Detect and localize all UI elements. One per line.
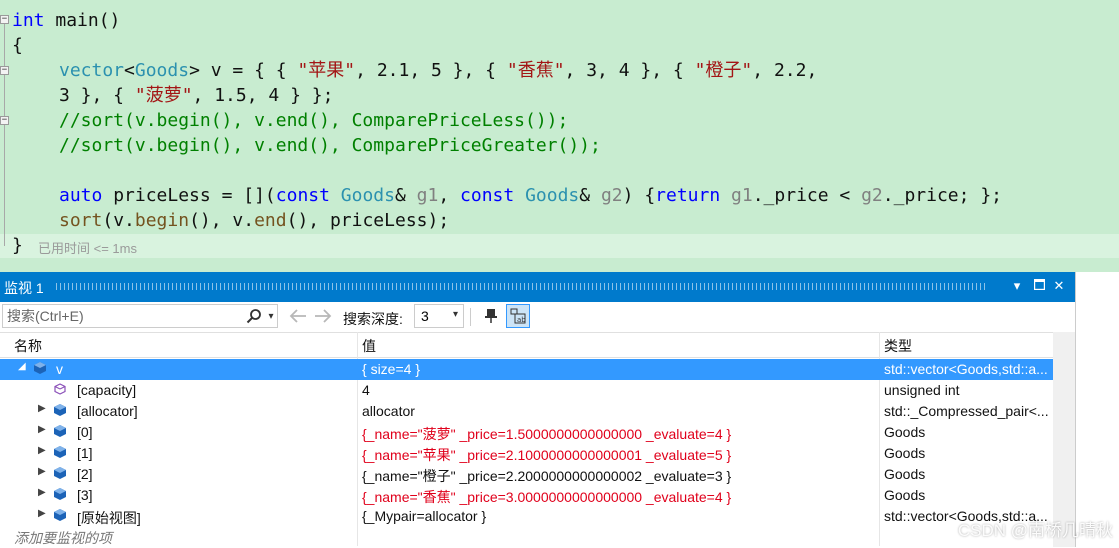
code-line-1: int main() xyxy=(12,10,121,31)
watch-title: 监视 1 xyxy=(4,280,44,296)
row-type: unsigned int xyxy=(884,382,960,398)
collapse-arrow-icon[interactable]: ◢ xyxy=(18,361,26,372)
search-input[interactable] xyxy=(3,305,241,327)
fold-toggle-comments[interactable]: − xyxy=(0,116,9,125)
table-row[interactable]: ◢ v { size=4 } std::vector<Goods,std::a.… xyxy=(0,359,1053,380)
search-options-chevron-icon[interactable]: ▾ xyxy=(265,307,277,325)
close-icon[interactable]: ✕ xyxy=(1049,276,1069,298)
svg-text:ab: ab xyxy=(517,316,526,324)
watch-toolbar: ▾ 搜索深度: 3 ▾ ab xyxy=(0,302,1075,332)
watch-titlebar[interactable]: 监视 1 ▾ ✕ xyxy=(0,272,1075,302)
row-name: [1] xyxy=(77,445,93,461)
row-value: allocator xyxy=(362,403,415,419)
add-watch-item[interactable]: 添加要监视的项 xyxy=(14,528,112,548)
row-value: {_name="香蕉" _price=3.0000000000000000 _e… xyxy=(362,489,732,505)
expand-arrow-icon[interactable]: ▶ xyxy=(38,445,46,456)
object-icon xyxy=(54,467,66,479)
table-row[interactable]: ▶ [0] {_name="菠萝" _price=1.5000000000000… xyxy=(0,422,1053,443)
table-row[interactable]: ▶ [2] {_name="橙子" _price=2.2000000000000… xyxy=(0,464,1053,485)
row-type: Goods xyxy=(884,466,926,482)
column-header-value[interactable]: 值 xyxy=(362,336,376,356)
row-type: std::vector<Goods,std::a... xyxy=(884,361,1048,377)
pin-icon[interactable] xyxy=(481,306,501,326)
row-name: [原始视图] xyxy=(77,510,141,526)
object-icon xyxy=(54,425,66,437)
row-value: {_name="苹果" _price=2.1000000000000001 _e… xyxy=(362,447,732,463)
code-line-9: sort(v.begin(), v.end(), priceLess); xyxy=(59,210,450,231)
fold-guide xyxy=(4,24,5,246)
object-icon xyxy=(54,509,66,521)
back-arrow-icon[interactable] xyxy=(288,306,308,326)
row-value: 4 xyxy=(362,382,370,398)
toolbar-separator xyxy=(470,308,471,326)
code-line-3: vector<Goods> v = { { "苹果", 2.1, 5 }, { … xyxy=(59,60,818,81)
expand-arrow-icon[interactable]: ▶ xyxy=(38,508,46,519)
object-icon xyxy=(54,446,66,458)
row-value: {_name="菠萝" _price=1.5000000000000000 _e… xyxy=(362,426,732,442)
perf-tip-elapsed[interactable]: 已用时间 <= 1ms xyxy=(38,238,137,257)
search-depth-select[interactable]: 3 ▾ xyxy=(414,304,464,328)
column-header-name[interactable]: 名称 xyxy=(14,336,42,356)
table-row[interactable]: ▶ [allocator] allocator std::_Compressed… xyxy=(0,401,1053,422)
row-type: std::_Compressed_pair<... xyxy=(884,403,1049,419)
chevron-down-icon: ▾ xyxy=(452,309,458,320)
table-row[interactable]: [capacity] 4 unsigned int xyxy=(0,380,1053,401)
code-editor[interactable]: − − − int main() { vector<Goods> v = { {… xyxy=(0,0,1119,272)
fold-toggle-main[interactable]: − xyxy=(0,15,9,24)
row-type: Goods xyxy=(884,445,926,461)
code-line-2: { xyxy=(12,35,23,56)
code-line-10: } xyxy=(12,235,23,256)
code-line-4: 3 }, { "菠萝", 1.5, 4 } }; xyxy=(59,85,334,106)
vertical-scrollbar[interactable] xyxy=(1053,332,1075,547)
code-line-5-comment: //sort(v.begin(), v.end(), ComparePriceL… xyxy=(59,110,569,131)
maximize-icon[interactable] xyxy=(1029,276,1049,298)
search-depth-label: 搜索深度: xyxy=(343,311,403,327)
watch-grid-header: 名称 值 类型 xyxy=(0,332,1053,358)
row-name: [0] xyxy=(77,424,93,440)
watch-panel: 监视 1 ▾ ✕ ▾ 搜索深度: 3 ▾ ab xyxy=(0,272,1076,547)
forward-arrow-icon[interactable] xyxy=(313,306,333,326)
row-name: [allocator] xyxy=(77,403,138,419)
expand-arrow-icon[interactable]: ▶ xyxy=(38,403,46,414)
current-line-highlight xyxy=(0,234,1119,258)
object-icon xyxy=(54,488,66,500)
dropdown-icon[interactable]: ▾ xyxy=(1007,276,1027,298)
table-row[interactable]: ▶ [3] {_name="香蕉" _price=3.0000000000000… xyxy=(0,485,1053,506)
object-icon xyxy=(54,404,66,416)
row-value: {_name="橙子" _price=2.2000000000000002 _e… xyxy=(362,468,732,484)
row-name: v xyxy=(56,361,63,377)
expand-arrow-icon[interactable]: ▶ xyxy=(38,424,46,435)
table-row[interactable]: ▶ [1] {_name="苹果" _price=2.1000000000000… xyxy=(0,443,1053,464)
row-value: { size=4 } xyxy=(362,361,420,377)
row-type: Goods xyxy=(884,487,926,503)
titlebar-grip xyxy=(56,283,985,290)
search-box[interactable]: ▾ xyxy=(2,304,278,328)
expand-arrow-icon[interactable]: ▶ xyxy=(38,487,46,498)
property-icon xyxy=(54,383,66,395)
row-name: [capacity] xyxy=(77,382,137,398)
search-icon[interactable] xyxy=(245,307,263,325)
row-name: [2] xyxy=(77,466,93,482)
editor-gutter: − − − xyxy=(0,0,10,258)
row-value: {_Mypair=allocator } xyxy=(362,508,487,524)
watermark: CSDN @南桥几晴秋 xyxy=(957,521,1113,540)
expand-arrow-icon[interactable]: ▶ xyxy=(38,466,46,477)
column-header-type[interactable]: 类型 xyxy=(884,336,912,356)
raw-format-toggle-icon[interactable]: ab xyxy=(506,304,530,328)
search-depth-value: 3 xyxy=(421,308,429,324)
fold-toggle-vector[interactable]: − xyxy=(0,66,9,75)
code-line-6-comment: //sort(v.begin(), v.end(), ComparePriceG… xyxy=(59,135,601,156)
row-type: Goods xyxy=(884,424,926,440)
table-row[interactable]: ▶ [原始视图] {_Mypair=allocator } std::vecto… xyxy=(0,506,1053,527)
object-icon xyxy=(34,362,46,374)
code-line-8: auto priceLess = [](const Goods& g1, con… xyxy=(59,185,1002,206)
row-name: [3] xyxy=(77,487,93,503)
